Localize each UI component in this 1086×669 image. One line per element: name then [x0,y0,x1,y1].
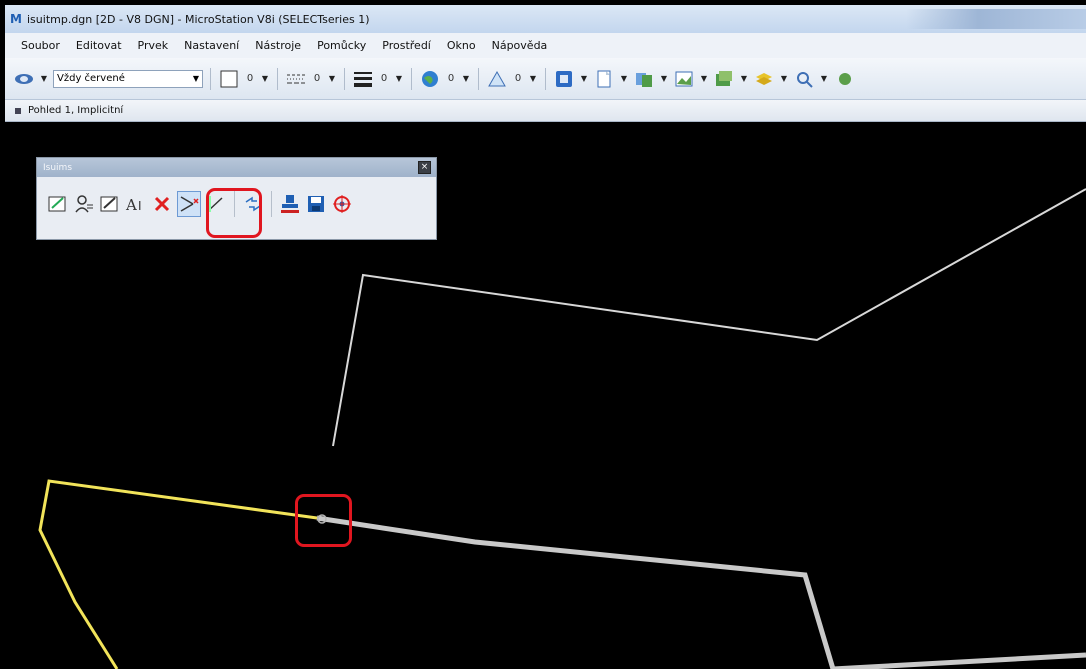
view-title: Pohled 1, Implicitní [28,105,124,116]
window-controls-blurred [906,9,1086,29]
line-style-icon[interactable] [285,68,307,90]
levels-icon[interactable] [753,68,775,90]
raster-icon[interactable] [673,68,695,90]
priority-icon[interactable] [486,68,508,90]
menu-nastroje[interactable]: Nástroje [255,39,301,52]
locate-target-tool-icon[interactable] [331,192,353,216]
menu-bar: Soubor Editovat Prvek Nastavení Nástroje… [5,33,1086,58]
microstation-logo-icon: M [10,12,22,26]
view-title-bar: Pohled 1, Implicitní [5,100,1086,122]
chevron-down-icon[interactable]: ▼ [779,74,789,83]
menu-napoveda[interactable]: Nápověda [492,39,548,52]
window-title: isuitmp.dgn [2D - V8 DGN] - MicroStation… [27,12,370,26]
title-bar: M isuitmp.dgn [2D - V8 DGN] - MicroStati… [5,5,1086,33]
models-icon[interactable] [713,68,735,90]
close-icon[interactable]: × [418,161,431,174]
line-weight-value: 0 [380,73,388,84]
toolbar-separator [277,67,278,90]
line-weight-icon[interactable] [352,68,374,90]
edit-attributes-tool-icon[interactable] [47,192,69,216]
menu-prvek[interactable]: Prvek [138,39,169,52]
element-selection-icon[interactable] [553,68,575,90]
yellow-polyline [38,479,318,669]
new-file-icon[interactable] [593,68,615,90]
attributes-toolbar: ▼ Vždy červené ▼ 0 ▼ 0 ▼ 0 ▼ 0 ▼ 0 ▼ ▼ ▼… [5,58,1086,100]
chevron-down-icon[interactable]: ▼ [579,74,589,83]
chevron-down-icon[interactable]: ▼ [260,74,270,83]
microstation-window: M isuitmp.dgn [2D - V8 DGN] - MicroStati… [5,5,1086,669]
chevron-down-icon[interactable]: ▼ [528,74,538,83]
chevron-down-icon[interactable]: ▼ [619,74,629,83]
split-line-tool-icon[interactable] [177,191,201,217]
chevron-down-icon[interactable]: ▼ [659,74,669,83]
chevron-down-icon[interactable]: ▼ [461,74,471,83]
color-value: 0 [246,73,254,84]
save-tool-icon[interactable] [305,192,327,216]
delete-tool-icon[interactable] [151,192,173,216]
svg-text:A: A [125,196,137,214]
view-menu-icon[interactable] [15,107,21,114]
stamp-tool-icon[interactable] [279,192,301,216]
toolbar-separator [344,67,345,90]
level-select-value: Vždy červené [57,73,125,84]
more-tools-icon[interactable] [833,68,855,90]
menu-prostredi[interactable]: Prostředí [382,39,431,52]
svg-text:I: I [138,199,142,213]
menu-soubor[interactable]: Soubor [21,39,60,52]
chevron-down-icon[interactable]: ▼ [394,74,404,83]
chevron-down-icon[interactable]: ▼ [739,74,749,83]
user-tool-icon[interactable] [73,192,95,216]
chevron-down-icon: ▼ [192,74,199,83]
selected-gray-polyline [316,515,1086,669]
edit-geometry-tool-icon[interactable] [99,192,121,216]
level-select[interactable]: Vždy červené ▼ [53,69,203,88]
highlight-vertex-point [295,494,352,547]
highlight-split-tool [206,188,262,238]
chevron-down-icon[interactable]: ▼ [327,74,337,83]
priority-value: 0 [514,73,522,84]
palette-separator [271,191,272,217]
menu-pomucky[interactable]: Pomůcky [317,39,366,52]
toolbar-separator [411,67,412,90]
palette-title: Isuims [43,162,73,173]
white-polyline [332,188,1086,447]
color-swatch-icon[interactable] [218,68,240,90]
line-style-value: 0 [313,73,321,84]
level-manager-icon[interactable] [13,68,35,90]
chevron-down-icon[interactable]: ▼ [39,74,49,83]
transparency-globe-icon[interactable] [419,68,441,90]
menu-okno[interactable]: Okno [447,39,476,52]
transparency-value: 0 [447,73,455,84]
text-tool-icon[interactable]: AI [125,192,147,216]
toolbar-separator [210,67,211,90]
toolbar-separator [478,67,479,90]
palette-title-bar[interactable]: Isuims × [37,158,436,177]
references-icon[interactable] [633,68,655,90]
toolbar-separator [545,67,546,90]
chevron-down-icon[interactable]: ▼ [699,74,709,83]
menu-nastaveni[interactable]: Nastavení [184,39,239,52]
chevron-down-icon[interactable]: ▼ [819,74,829,83]
menu-editovat[interactable]: Editovat [76,39,122,52]
view-tools-icon[interactable] [793,68,815,90]
